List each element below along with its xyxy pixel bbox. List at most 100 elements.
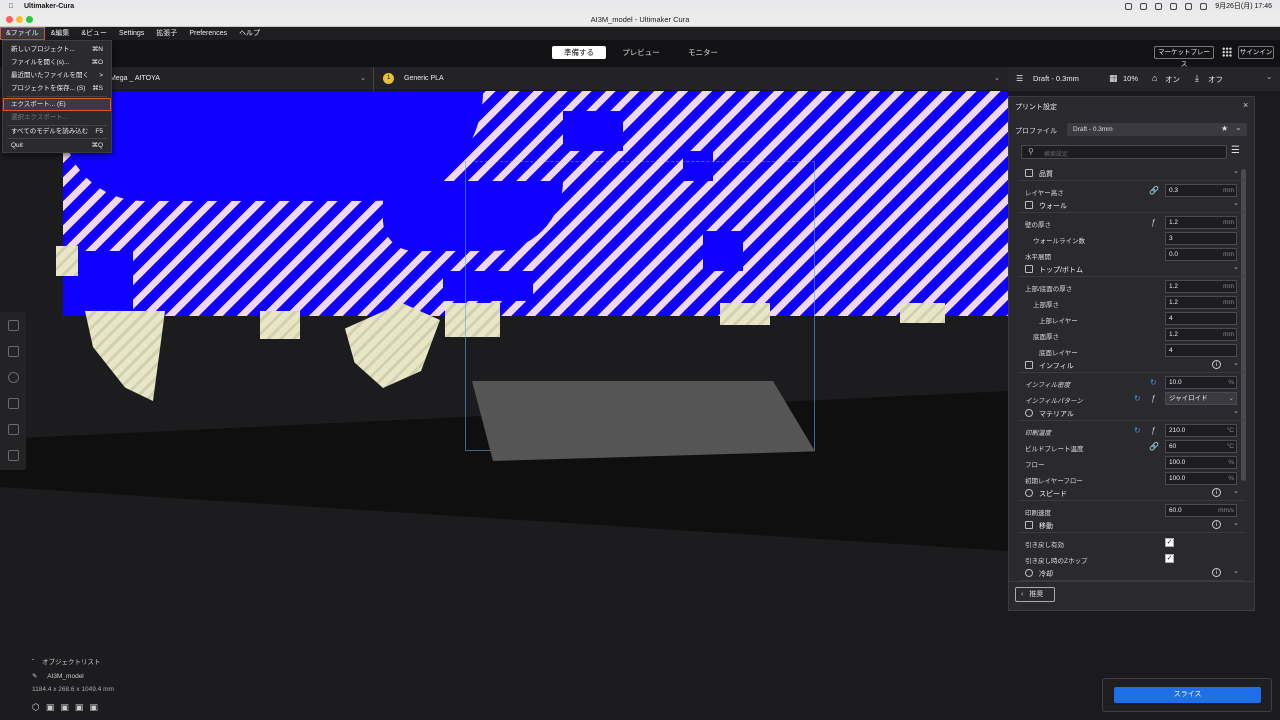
reset-icon[interactable]: ↻ <box>1134 426 1141 435</box>
print-temperature-field[interactable]: 210.0 °C <box>1165 424 1237 437</box>
mac-datetime[interactable]: 9月26日(月) 17:46 <box>1215 1 1272 11</box>
left-view-icon[interactable]: ▣ <box>75 702 84 713</box>
z-hop-checkbox[interactable]: ✓ <box>1165 554 1174 563</box>
front-view-icon[interactable]: ▣ <box>46 702 55 713</box>
menu-item-new-project[interactable]: 新しいプロジェクト... ⌘N <box>3 43 111 56</box>
reset-icon[interactable]: ↻ <box>1150 378 1157 387</box>
menu-item-open-file[interactable]: ファイルを開く(s)... ⌘O <box>3 56 111 69</box>
function-icon[interactable]: ƒ <box>1151 426 1155 435</box>
link-icon[interactable]: 🔗 <box>1149 186 1159 195</box>
star-icon[interactable]: ★ <box>1221 124 1228 133</box>
chevron-down-icon[interactable]: ⌄ <box>994 67 1000 91</box>
menu-help[interactable]: ヘルプ <box>233 27 266 40</box>
slice-button[interactable]: スライス <box>1114 687 1261 703</box>
menu-settings[interactable]: Settings <box>113 27 150 40</box>
setting-row-wall-thickness[interactable]: 壁の厚さ ƒ 1.2 mm <box>1009 215 1249 231</box>
initial-layer-flow-field[interactable]: 100.0% <box>1165 472 1237 485</box>
setting-row-horizontal-expansion[interactable]: 水平展開 0.0 mm <box>1009 247 1249 263</box>
printer-selector[interactable]: Mega _ AITOYA <box>110 67 160 91</box>
layer-height-field[interactable]: 0.3 mm <box>1165 184 1237 197</box>
tab-prepare[interactable]: 準備する <box>552 46 606 59</box>
category-material[interactable]: マテリアル ⌄ <box>1019 406 1245 421</box>
setting-row-layer-height[interactable]: レイヤー高さ 🔗 0.3 mm <box>1009 183 1249 199</box>
close-window-button[interactable] <box>6 16 13 23</box>
setting-row-bottom-thickness[interactable]: 底面厚さ 1.2 mm <box>1009 327 1249 343</box>
menu-preferences[interactable]: Preferences <box>183 27 233 40</box>
status-icon[interactable] <box>1155 2 1163 10</box>
setting-row-top-bottom-thickness[interactable]: 上部/底面の厚さ 1.2 mm <box>1009 279 1249 295</box>
category-infill[interactable]: インフィル i ⌄ <box>1019 358 1245 373</box>
model-part[interactable] <box>56 246 78 276</box>
apps-grid-icon[interactable] <box>1222 47 1232 57</box>
setting-row-infill-density[interactable]: インフィル密度 ↻ 10.0% <box>1009 375 1249 391</box>
profile-selector[interactable]: Draft - 0.3mm ★ ⌄ <box>1067 123 1247 136</box>
wall-line-count-field[interactable]: 3 <box>1165 232 1237 245</box>
signin-button[interactable]: サインイン <box>1238 46 1274 59</box>
settings-visibility-menu-icon[interactable]: ☰ <box>1231 145 1240 156</box>
per-model-settings-icon[interactable] <box>8 424 19 435</box>
setting-row-initial-layer-flow[interactable]: 初期レイヤーフロー 100.0% <box>1009 471 1249 487</box>
category-walls[interactable]: ウォール ⌄ <box>1019 198 1245 213</box>
category-cooling[interactable]: 冷却 i ⌄ <box>1019 566 1245 581</box>
menu-extensions[interactable]: 拡張子 <box>150 27 183 40</box>
category-travel[interactable]: 移動 i ⌄ <box>1019 518 1245 533</box>
menu-item-open-recent[interactable]: 最近開いたファイルを開く > <box>3 69 111 82</box>
setting-row-print-temperature[interactable]: 印刷温度 ↻ ƒ 210.0 °C <box>1009 423 1249 439</box>
object-list-toggle[interactable]: ˆ オブジェクトリスト <box>32 656 100 666</box>
setting-row-top-thickness[interactable]: 上部厚さ 1.2 mm <box>1009 295 1249 311</box>
menu-item-export[interactable]: エクスポート... (E) <box>3 98 111 111</box>
support-blocker-icon[interactable] <box>8 450 19 461</box>
menu-item-reload-all[interactable]: すべてのモデルを読み込む F5 <box>3 125 111 138</box>
battery-icon[interactable] <box>1185 2 1193 10</box>
wall-thickness-field[interactable]: 1.2 mm <box>1165 216 1237 229</box>
zoom-window-button[interactable] <box>26 16 33 23</box>
category-top-bottom[interactable]: トップ/ボトム ⌄ <box>1019 262 1245 277</box>
menu-item-quit[interactable]: Quit ⌘Q <box>3 139 111 152</box>
print-setup-summary[interactable]: ☰ Draft - 0.3mm ▦ 10% ⌂ オン ⤓ オフ ⌄ <box>1008 67 1280 91</box>
rotate-tool-icon[interactable] <box>8 372 19 383</box>
material-selector[interactable]: Generic PLA <box>404 67 444 91</box>
tab-preview[interactable]: プレビュー <box>614 46 668 59</box>
wifi-icon[interactable] <box>1170 2 1178 10</box>
info-icon[interactable]: i <box>1212 520 1221 529</box>
category-quality[interactable]: 品質 ⌄ <box>1019 166 1245 181</box>
status-icon[interactable] <box>1140 2 1148 10</box>
close-icon[interactable]: × <box>1243 100 1248 110</box>
mirror-tool-icon[interactable] <box>8 398 19 409</box>
menu-view[interactable]: &ビュー <box>75 27 113 40</box>
build-plate-temperature-field[interactable]: 60 °C <box>1165 440 1237 453</box>
chevron-down-icon[interactable]: ⌄ <box>360 67 366 91</box>
tab-monitor[interactable]: モニター <box>676 46 730 59</box>
horizontal-expansion-field[interactable]: 0.0 mm <box>1165 248 1237 261</box>
menu-file[interactable]: &ファイル <box>0 27 45 40</box>
info-icon[interactable]: i <box>1212 568 1221 577</box>
menu-edit[interactable]: &編集 <box>45 27 76 40</box>
bottom-thickness-field[interactable]: 1.2 mm <box>1165 328 1237 341</box>
minimize-window-button[interactable] <box>16 16 23 23</box>
marketplace-button[interactable]: マーケットプレース <box>1154 46 1214 68</box>
setting-row-enable-retraction[interactable]: 引き戻し有効 ✓ <box>1009 535 1249 551</box>
scale-tool-icon[interactable] <box>8 346 19 357</box>
top-bottom-thickness-field[interactable]: 1.2 mm <box>1165 280 1237 293</box>
link-icon[interactable]: 🔗 <box>1149 442 1159 451</box>
bottom-layers-field[interactable]: 4 <box>1165 344 1237 357</box>
setting-row-build-plate-temperature[interactable]: ビルドプレート温度 🔗 60 °C <box>1009 439 1249 455</box>
setting-row-z-hop[interactable]: 引き戻し時のZホップ ✓ <box>1009 551 1249 567</box>
mac-app-name[interactable]: Ultimaker-Cura <box>24 3 74 10</box>
info-icon[interactable]: i <box>1212 360 1221 369</box>
recommended-button[interactable]: ‹ 推奨 <box>1015 587 1055 602</box>
function-icon[interactable]: ƒ <box>1151 394 1155 403</box>
category-speed[interactable]: スピード i ⌄ <box>1019 486 1245 501</box>
object-list-item[interactable]: ✎ AI3M_model <box>32 672 84 680</box>
setting-row-print-speed[interactable]: 印刷速度 60.0 mm/s <box>1009 503 1249 519</box>
top-view-icon[interactable]: ▣ <box>60 702 69 713</box>
enable-retraction-checkbox[interactable]: ✓ <box>1165 538 1174 547</box>
3d-viewport[interactable] <box>0 91 1008 720</box>
apple-icon[interactable]:  <box>6 3 16 10</box>
setting-row-top-layers[interactable]: 上部レイヤー 4 <box>1009 311 1249 327</box>
move-tool-icon[interactable] <box>8 320 19 331</box>
infill-pattern-select[interactable]: ジャイロイド ⌄ <box>1165 392 1237 405</box>
flow-field[interactable]: 100.0% <box>1165 456 1237 469</box>
model-part[interactable] <box>260 311 300 339</box>
function-icon[interactable]: ƒ <box>1151 218 1155 227</box>
